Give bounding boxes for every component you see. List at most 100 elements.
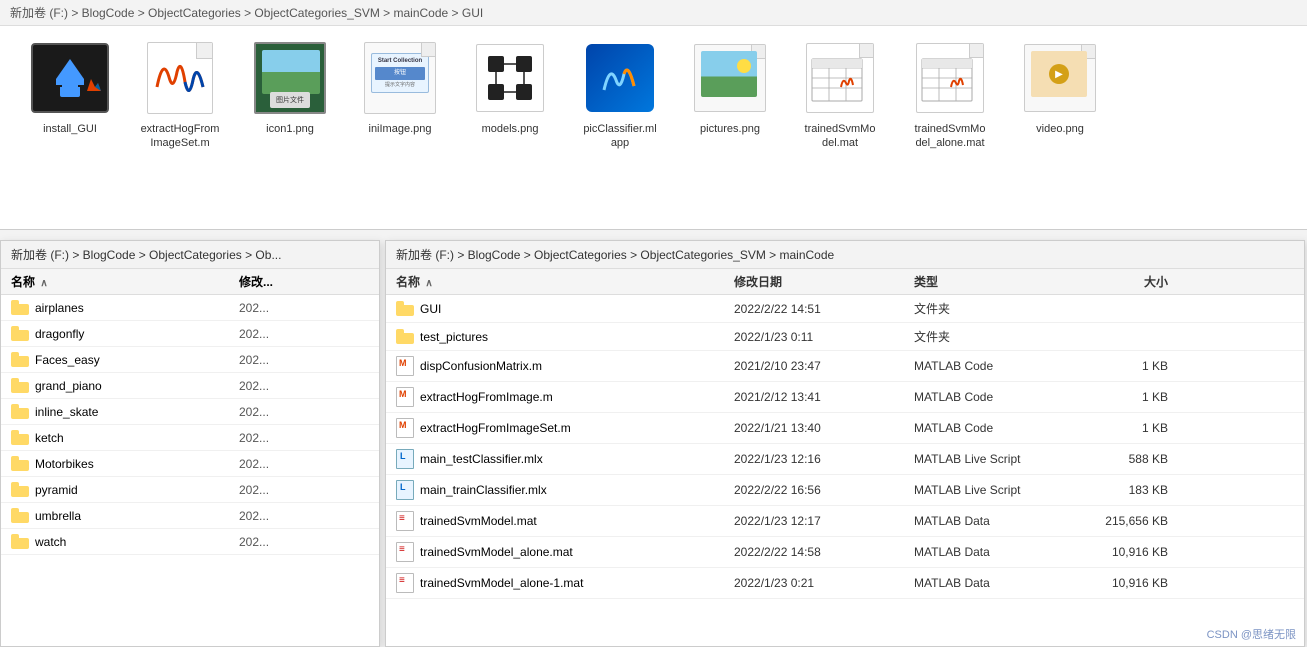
left-row-date: 202... <box>231 429 379 447</box>
folder-icon <box>11 456 29 471</box>
trained-svm-alone-label: trainedSvmMo del_alone.mat <box>915 122 986 151</box>
sort-arrow-name: ∧ <box>40 278 47 289</box>
mat-table-svg2 <box>921 58 973 102</box>
file-icon-icon1[interactable]: 图片文件 icon1.png <box>240 38 340 151</box>
table-row[interactable]: trainedSvmModel.mat 2022/1/23 12:17 MATL… <box>386 506 1304 537</box>
left-row-date: 202... <box>231 455 379 473</box>
left-row[interactable]: grand_piano 202... <box>1 373 379 399</box>
left-col-name-header[interactable]: 名称 ∧ <box>1 271 231 292</box>
extracthog-icon <box>140 38 220 118</box>
left-row[interactable]: Faces_easy 202... <box>1 347 379 373</box>
row-date: 2021/2/12 13:41 <box>726 388 906 406</box>
address-text[interactable]: 新加卷 (F:) > BlogCode > ObjectCategories >… <box>10 4 483 21</box>
row-name: test_pictures <box>386 327 726 346</box>
left-row[interactable]: dragonfly 202... <box>1 321 379 347</box>
matlab-code-icon <box>396 356 414 376</box>
table-row[interactable]: extractHogFromImageSet.m 2022/1/21 13:40… <box>386 413 1304 444</box>
row-name: extractHogFromImageSet.m <box>386 416 726 440</box>
matlab-wave-icon <box>155 52 205 102</box>
table-row[interactable]: extractHogFromImage.m 2021/2/12 13:41 MA… <box>386 382 1304 413</box>
br-addr-text: 新加卷 (F:) > BlogCode > ObjectCategories >… <box>396 246 834 263</box>
bottom-left-explorer: 新加卷 (F:) > BlogCode > ObjectCategories >… <box>0 240 380 647</box>
table-row[interactable]: dispConfusionMatrix.m 2021/2/10 23:47 MA… <box>386 351 1304 382</box>
row-type: 文件夹 <box>906 326 1076 347</box>
file-icon-iniimage[interactable]: Start Collection 按钮 提示文字内容 iniImage.png <box>350 38 450 151</box>
iniimage-icon: Start Collection 按钮 提示文字内容 <box>360 38 440 118</box>
left-row-label: airplanes <box>35 301 84 315</box>
picclassifier-icon <box>580 38 660 118</box>
left-row-date: 202... <box>231 325 379 343</box>
left-row[interactable]: airplanes 202... <box>1 295 379 321</box>
row-name: main_testClassifier.mlx <box>386 447 726 471</box>
bottom-left-address: 新加卷 (F:) > BlogCode > ObjectCategories >… <box>1 241 379 269</box>
left-row[interactable]: pyramid 202... <box>1 477 379 503</box>
folder-icon <box>11 300 29 315</box>
row-name: trainedSvmModel_alone.mat <box>386 540 726 564</box>
folder-icon <box>396 301 414 316</box>
video-label: video.png <box>1036 122 1084 136</box>
bottom-right-explorer: 新加卷 (F:) > BlogCode > ObjectCategories >… <box>385 240 1305 647</box>
table-row[interactable]: test_pictures 2022/1/23 0:11 文件夹 <box>386 323 1304 351</box>
row-name-label: test_pictures <box>420 330 488 344</box>
mat-table-svg <box>811 58 863 102</box>
models-svg <box>484 52 536 104</box>
row-name-label: trainedSvmModel_alone-1.mat <box>420 576 583 590</box>
folder-icon <box>11 482 29 497</box>
left-row-label: umbrella <box>35 509 81 523</box>
left-row-label: inline_skate <box>35 405 98 419</box>
folder-icon <box>11 326 29 341</box>
right-file-list: GUI 2022/2/22 14:51 文件夹 test_pictures 20… <box>386 295 1304 643</box>
row-name-label: dispConfusionMatrix.m <box>420 359 542 373</box>
file-icon-extracthog[interactable]: extractHogFrom ImageSet.m <box>130 38 230 151</box>
left-col-date-header[interactable]: 修改... <box>231 271 379 292</box>
row-size: 1 KB <box>1076 388 1176 406</box>
row-type: MATLAB Live Script <box>906 481 1076 499</box>
file-icon-trained-svm[interactable]: trainedSvmMo del.mat <box>790 38 890 151</box>
row-name: main_trainClassifier.mlx <box>386 478 726 502</box>
folder-icon <box>11 534 29 549</box>
left-row[interactable]: ketch 202... <box>1 425 379 451</box>
row-size <box>1076 335 1176 339</box>
left-row[interactable]: inline_skate 202... <box>1 399 379 425</box>
row-size: 215,656 KB <box>1076 512 1176 530</box>
left-row[interactable]: umbrella 202... <box>1 503 379 529</box>
col-type-header[interactable]: 类型 <box>906 271 1076 292</box>
pictures-label: pictures.png <box>700 122 760 136</box>
folder-icon <box>11 508 29 523</box>
col-date-header[interactable]: 修改日期 <box>726 271 906 292</box>
col-name-sort: ∧ <box>425 278 432 289</box>
folder-icon <box>11 430 29 445</box>
file-icon-picclassifier[interactable]: picClassifier.ml app <box>570 38 670 151</box>
file-icon-install-gui[interactable]: install_GUI <box>20 38 120 151</box>
file-icon-trained-svm-alone[interactable]: trainedSvmMo del_alone.mat <box>900 38 1000 151</box>
mat-icon <box>396 542 414 562</box>
left-row-date: 202... <box>231 507 379 525</box>
col-name-header[interactable]: 名称 ∧ <box>386 271 726 292</box>
file-icon-pictures[interactable]: pictures.png <box>680 38 780 151</box>
row-date: 2022/2/22 16:56 <box>726 481 906 499</box>
left-row[interactable]: watch 202... <box>1 529 379 555</box>
file-icon-models[interactable]: models.png <box>460 38 560 151</box>
left-row-name: pyramid <box>1 480 231 499</box>
table-row[interactable]: trainedSvmModel_alone-1.mat 2022/1/23 0:… <box>386 568 1304 599</box>
row-name: dispConfusionMatrix.m <box>386 354 726 378</box>
left-row-date: 202... <box>231 377 379 395</box>
icon1-label: icon1.png <box>266 122 314 136</box>
left-row-name: grand_piano <box>1 376 231 395</box>
row-name: extractHogFromImage.m <box>386 385 726 409</box>
file-icon-video[interactable]: ▶ video.png <box>1010 38 1110 151</box>
row-name-label: trainedSvmModel_alone.mat <box>420 545 573 559</box>
bottom-left-address-text[interactable]: 新加卷 (F:) > BlogCode > ObjectCategories >… <box>11 246 281 263</box>
left-row[interactable]: Motorbikes 202... <box>1 451 379 477</box>
left-row-date: 202... <box>231 481 379 499</box>
table-row[interactable]: trainedSvmModel_alone.mat 2022/2/22 14:5… <box>386 537 1304 568</box>
table-row[interactable]: GUI 2022/2/22 14:51 文件夹 <box>386 295 1304 323</box>
row-type: MATLAB Data <box>906 512 1076 530</box>
col-size-header[interactable]: 大小 <box>1076 271 1176 292</box>
table-row[interactable]: main_testClassifier.mlx 2022/1/23 12:16 … <box>386 444 1304 475</box>
table-row[interactable]: main_trainClassifier.mlx 2022/2/22 16:56… <box>386 475 1304 506</box>
matlab-logo-small <box>85 77 103 95</box>
left-row-date: 202... <box>231 299 379 317</box>
trained-svm-label: trainedSvmMo del.mat <box>805 122 876 151</box>
mat-icon <box>396 573 414 593</box>
